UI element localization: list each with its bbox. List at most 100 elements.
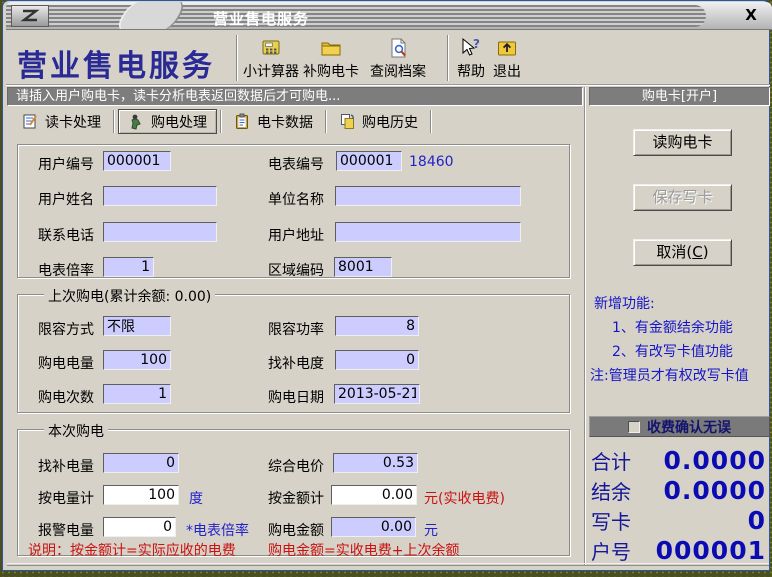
read-purchase-card-button[interactable]: 读购电卡: [633, 129, 732, 156]
count-field[interactable]: [103, 384, 171, 404]
titlebar[interactable]: 营业售电服务 X: [6, 2, 772, 30]
limit-mode-field[interactable]: [103, 316, 171, 336]
alarm-energy-label: 报警电量: [38, 520, 94, 540]
energy-field[interactable]: [103, 350, 171, 370]
buy-card-button[interactable]: 补购电卡: [299, 36, 363, 82]
tab-history[interactable]: 购电历史: [330, 109, 427, 134]
date-field[interactable]: [334, 384, 420, 404]
card-folder-icon: [319, 36, 343, 60]
adjust-energy-field[interactable]: [103, 453, 179, 473]
help-button[interactable]: ? 帮助: [453, 36, 489, 82]
adjust-label: 找补电度: [268, 353, 324, 373]
feature-note-3: 注:管理员才有权改写卡值: [590, 365, 749, 385]
total-label: 户号: [589, 536, 631, 565]
close-button[interactable]: X: [742, 6, 760, 24]
note-right: 购电金额=实收电费+上次余额: [268, 540, 459, 560]
org-name-field[interactable]: [335, 186, 521, 206]
phone-field[interactable]: [103, 222, 217, 242]
exit-button[interactable]: 退出: [489, 36, 525, 82]
meter-ratio-field[interactable]: [103, 257, 154, 277]
by-amount-input[interactable]: [331, 485, 417, 505]
unit-price-field[interactable]: [333, 453, 418, 473]
titlebar-stripes: [6, 5, 706, 27]
total-label: 写卡: [589, 506, 631, 535]
page-title: 营业售电服务: [17, 41, 215, 85]
pane-divider: [584, 87, 586, 565]
total-row: 合计 0.0000: [589, 445, 768, 475]
cancel-accel: C: [692, 243, 702, 261]
phone-label: 联系电话: [38, 225, 94, 245]
tab-separator: [113, 110, 115, 133]
meter-serial-value: 18460: [409, 154, 454, 170]
tab-bar: 读卡处理 购电处理 电卡数据 购电历史: [13, 108, 435, 135]
tab-label: 购电处理: [151, 112, 207, 132]
user-id-field[interactable]: [103, 151, 171, 171]
window-bottom-bevel: [7, 563, 769, 566]
meter-ratio-label: 电表倍率: [38, 260, 94, 280]
limit-mode-label: 限容方式: [38, 319, 94, 339]
meter-id-field[interactable]: [336, 151, 402, 171]
address-label: 用户地址: [268, 225, 324, 245]
save-write-card-button: 保存写卡: [633, 184, 732, 211]
total-value: 0.0000: [631, 476, 768, 505]
alarm-energy-suffix: *电表倍率: [186, 520, 249, 540]
amount-suffix: 元: [424, 520, 438, 540]
by-energy-input[interactable]: [103, 485, 179, 505]
user-id-label: 用户编号: [38, 154, 94, 174]
archive-button[interactable]: 查阅档案: [365, 36, 431, 82]
last-purchase-title: 上次购电(累计余额: 0.00): [44, 286, 215, 306]
limit-power-field[interactable]: [335, 316, 419, 336]
read-card-icon: [22, 113, 39, 130]
confirm-label: 收费确认无误: [647, 417, 731, 437]
history-pages-icon: [339, 113, 356, 130]
note-left: 说明：按金额计=实际应收的电费: [28, 540, 236, 560]
toolbar-separator: [447, 35, 449, 81]
by-energy-label: 按电量计: [38, 488, 94, 508]
energy-label: 购电电量: [38, 353, 94, 373]
adjust-field[interactable]: [335, 350, 419, 370]
tab-card-data[interactable]: 电卡数据: [225, 109, 322, 134]
toolbar-button-label: 补购电卡: [303, 61, 359, 81]
feature-note-0: 新增功能:: [594, 293, 655, 313]
feature-note-2: 2、有改写卡值功能: [612, 341, 733, 361]
date-label: 购电日期: [268, 387, 324, 407]
tab-label: 读卡处理: [45, 112, 101, 132]
area-code-label: 区域编码: [268, 260, 324, 280]
calculator-button[interactable]: 小计算器: [239, 36, 303, 82]
user-name-field[interactable]: [103, 186, 217, 206]
feature-note-1: 1、有金额结余功能: [612, 317, 733, 337]
confirm-checkbox[interactable]: [628, 421, 640, 433]
total-row: 结余 0.0000: [589, 475, 768, 505]
cancel-label-pre: 取消(: [656, 243, 692, 261]
total-value: 000001: [631, 536, 768, 565]
toolbar-button-label: 退出: [493, 61, 521, 81]
tab-label: 购电历史: [362, 112, 418, 132]
archive-search-icon: [386, 36, 410, 60]
total-value: 0: [631, 506, 768, 535]
alarm-energy-input[interactable]: [103, 517, 176, 537]
purchase-person-icon: [128, 113, 145, 130]
amount-label: 购电金额: [268, 520, 324, 540]
toolbar-separator: [236, 35, 238, 81]
toolbar-button-label: 查阅档案: [370, 61, 426, 81]
area-code-field[interactable]: [334, 257, 392, 277]
limit-power-label: 限容功率: [268, 319, 324, 339]
amount-field[interactable]: [331, 517, 416, 537]
cancel-button[interactable]: 取消(C): [633, 239, 732, 266]
address-field[interactable]: [335, 222, 521, 242]
total-row: 写卡 0: [589, 505, 768, 535]
tab-separator: [430, 110, 432, 133]
toolbar-button-label: 帮助: [457, 61, 485, 81]
cancel-label-post: ): [703, 243, 709, 261]
tab-read-card[interactable]: 读卡处理: [13, 109, 110, 134]
side-panel-title: 购电卡[开户]: [589, 87, 770, 106]
svg-text:?: ?: [473, 37, 480, 51]
by-amount-suffix: 元(实收电费): [424, 488, 505, 508]
confirm-bar[interactable]: 收费确认无误: [589, 416, 770, 437]
total-row: 户号 000001: [589, 535, 768, 565]
total-label: 结余: [589, 476, 631, 505]
unit-price-label: 综合电价: [268, 456, 324, 476]
tab-purchase[interactable]: 购电处理: [118, 109, 217, 134]
count-label: 购电次数: [38, 387, 94, 407]
toolbar-divider: [6, 84, 770, 86]
